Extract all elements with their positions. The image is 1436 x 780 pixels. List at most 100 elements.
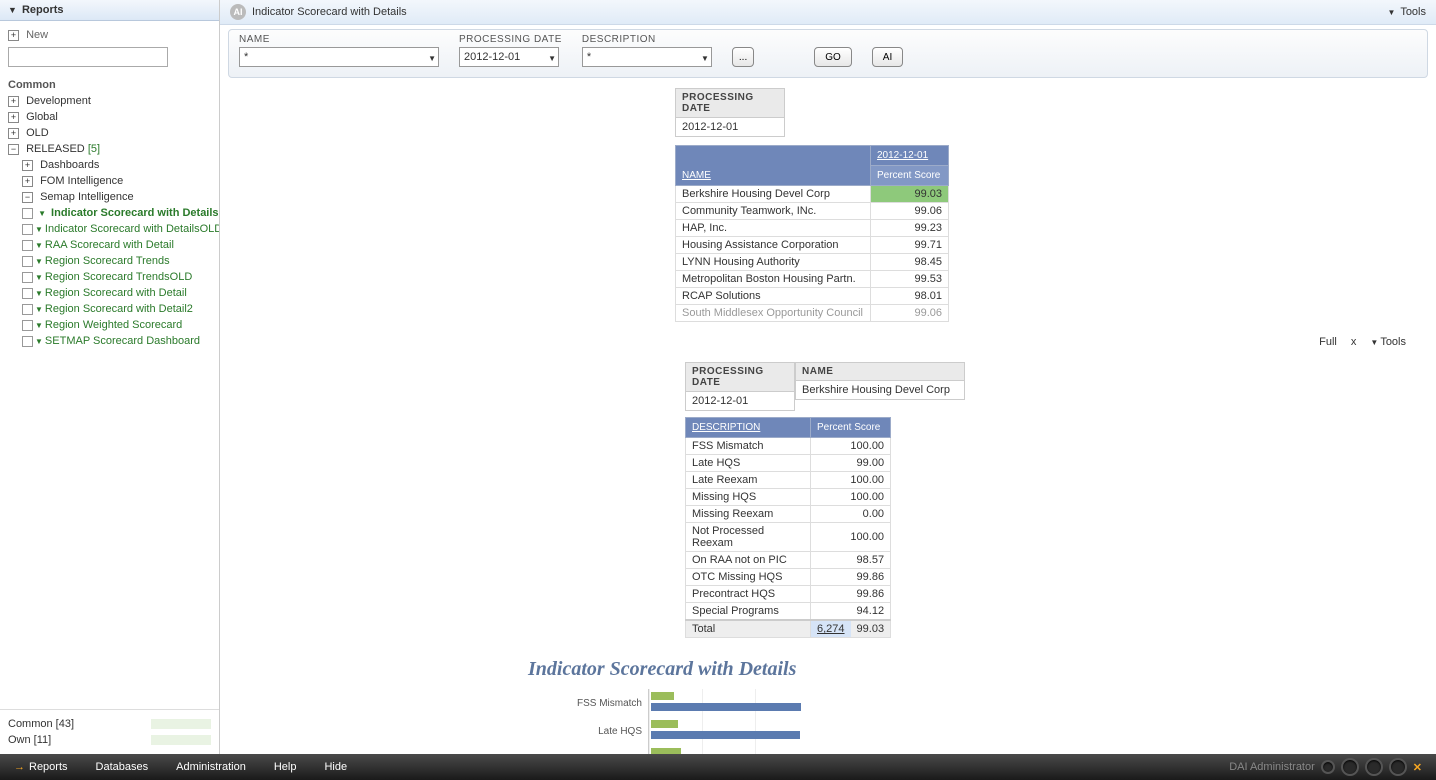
tree-item-active[interactable]: ▼ Indicator Scorecard with Details bbox=[8, 205, 211, 221]
filter-desc-label: DESCRIPTION bbox=[582, 34, 712, 45]
checkbox-icon[interactable] bbox=[22, 224, 33, 235]
checkbox-icon[interactable] bbox=[22, 288, 33, 299]
checkbox-icon[interactable] bbox=[22, 304, 33, 315]
table-row[interactable]: Missing Reexam0.00 bbox=[686, 506, 891, 523]
tree-item[interactable]: ▼Region Scorecard with Detail2 bbox=[8, 301, 211, 317]
checkbox-icon[interactable] bbox=[22, 256, 33, 267]
filter-date-select[interactable]: 2012-12-01▼ bbox=[459, 47, 559, 67]
table-row[interactable]: Housing Assistance Corporation99.71 bbox=[676, 237, 949, 254]
chart-bar-area bbox=[648, 745, 808, 754]
collapse-icon[interactable]: − bbox=[8, 144, 19, 155]
tools-dropdown[interactable]: ▼ Tools bbox=[1388, 6, 1426, 18]
tree-old[interactable]: + OLD bbox=[8, 125, 211, 141]
table-row[interactable]: OTC Missing HQS99.86 bbox=[686, 569, 891, 586]
chevron-down-icon[interactable]: ▼ bbox=[35, 305, 43, 314]
ai-button[interactable]: AI bbox=[872, 47, 903, 67]
table-row[interactable]: LYNN Housing Authority98.45 bbox=[676, 254, 949, 271]
sidebar-header[interactable]: ▼ Reports bbox=[0, 0, 219, 21]
expand-icon[interactable]: + bbox=[8, 30, 19, 41]
table-row[interactable]: FSS Mismatch100.00 bbox=[686, 438, 891, 455]
menu-administration[interactable]: Administration bbox=[176, 761, 246, 773]
more-button[interactable]: ... bbox=[732, 47, 754, 67]
chevron-down-icon[interactable]: ▼ bbox=[35, 241, 43, 250]
table-row[interactable]: South Middlesex Opportunity Council99.06 bbox=[676, 305, 949, 322]
tree-item[interactable]: ▼Region Scorecard with Detail bbox=[8, 285, 211, 301]
chevron-down-icon[interactable]: ▼ bbox=[35, 289, 43, 298]
tools-dropdown[interactable]: ▼Tools bbox=[1370, 336, 1406, 348]
tree-item[interactable]: ▼Region Scorecard TrendsOLD bbox=[8, 269, 211, 285]
table-row[interactable]: Special Programs94.12 bbox=[686, 603, 891, 621]
close-icon[interactable]: ✕ bbox=[1413, 761, 1422, 774]
chevron-down-icon[interactable]: ▼ bbox=[35, 273, 43, 282]
table-row[interactable]: HAP, Inc.99.23 bbox=[676, 220, 949, 237]
main-content[interactable]: AI Indicator Scorecard with Details ▼ To… bbox=[220, 0, 1436, 754]
menu-hide[interactable]: Hide bbox=[324, 761, 347, 773]
checkbox-icon[interactable] bbox=[22, 336, 33, 347]
full-link[interactable]: Full bbox=[1319, 336, 1337, 348]
table-row[interactable]: Metropolitan Boston Housing Partn.99.53 bbox=[676, 271, 949, 288]
dock-icon[interactable] bbox=[1341, 758, 1359, 776]
tree-item[interactable]: ▼Region Weighted Scorecard bbox=[8, 317, 211, 333]
expand-icon[interactable]: + bbox=[22, 160, 33, 171]
menu-databases[interactable]: Databases bbox=[96, 761, 149, 773]
tree-item[interactable]: ▼SETMAP Scorecard Dashboard bbox=[8, 333, 211, 349]
filter-desc-select[interactable]: *▼ bbox=[582, 47, 712, 67]
go-button[interactable]: GO bbox=[814, 47, 852, 67]
tree-item[interactable]: ▼Region Scorecard Trends bbox=[8, 253, 211, 269]
checkbox-icon[interactable] bbox=[22, 272, 33, 283]
footer-common[interactable]: Common [43] bbox=[8, 716, 211, 732]
table-row[interactable]: On RAA not on PIC98.57 bbox=[686, 552, 891, 569]
close-x[interactable]: x bbox=[1351, 336, 1357, 348]
table-row[interactable]: Missing HQS100.00 bbox=[686, 489, 891, 506]
collapse-icon[interactable]: − bbox=[22, 192, 33, 203]
chart-bar-row: Late Reexam bbox=[528, 745, 1128, 754]
sub-toolbar: Full x ▼Tools bbox=[220, 332, 1436, 352]
table-row[interactable]: RCAP Solutions98.01 bbox=[676, 288, 949, 305]
menu-reports[interactable]: →Reports bbox=[14, 761, 68, 773]
chevron-down-icon[interactable]: ▼ bbox=[35, 257, 43, 266]
table-row[interactable]: Not Processed Reexam100.00 bbox=[686, 523, 891, 552]
table-row[interactable]: Community Teamwork, INc.99.06 bbox=[676, 203, 949, 220]
tree-new[interactable]: + New bbox=[8, 27, 211, 43]
expand-icon[interactable]: + bbox=[8, 112, 19, 123]
footer-own[interactable]: Own [11] bbox=[8, 732, 211, 748]
checkbox-icon[interactable] bbox=[22, 208, 33, 219]
table-row[interactable]: Precontract HQS99.86 bbox=[686, 586, 891, 603]
dock-icon[interactable] bbox=[1321, 760, 1335, 774]
chart-bar-label: FSS Mismatch bbox=[528, 698, 648, 709]
expand-icon[interactable]: + bbox=[8, 96, 19, 107]
table-row[interactable]: Late Reexam100.00 bbox=[686, 472, 891, 489]
sidebar-search-input[interactable] bbox=[8, 47, 168, 67]
detail-pd-header: PROCESSING DATE bbox=[685, 362, 795, 392]
tree-released[interactable]: − RELEASED [5] bbox=[8, 141, 211, 157]
chevron-down-icon[interactable]: ▼ bbox=[35, 321, 43, 330]
chevron-down-icon[interactable]: ▼ bbox=[35, 225, 43, 234]
tree-development[interactable]: + Development bbox=[8, 93, 211, 109]
checkbox-icon[interactable] bbox=[22, 240, 33, 251]
tree-semap[interactable]: − Semap Intelligence bbox=[8, 189, 211, 205]
detail-desc-header[interactable]: DESCRIPTION bbox=[692, 422, 760, 433]
total-row: Total 6,274 99.03 bbox=[686, 620, 891, 638]
summary-date-header[interactable]: 2012-12-01 bbox=[871, 146, 949, 166]
tree-item[interactable]: ▼RAA Scorecard with Detail bbox=[8, 237, 211, 253]
chevron-down-icon[interactable]: ▼ bbox=[38, 209, 46, 218]
table-row[interactable]: Berkshire Housing Devel Corp99.03 bbox=[676, 186, 949, 203]
checkbox-icon[interactable] bbox=[22, 320, 33, 331]
dock-icon[interactable] bbox=[1389, 758, 1407, 776]
tree-global[interactable]: + Global bbox=[8, 109, 211, 125]
progress-bar bbox=[151, 735, 211, 745]
progress-bar bbox=[151, 719, 211, 729]
expand-icon[interactable]: + bbox=[22, 176, 33, 187]
summary-name-header[interactable]: NAME bbox=[682, 170, 711, 181]
menu-help[interactable]: Help bbox=[274, 761, 297, 773]
expand-icon[interactable]: + bbox=[8, 128, 19, 139]
filter-name-select[interactable]: *▼ bbox=[239, 47, 439, 67]
tree-dashboards[interactable]: + Dashboards bbox=[8, 157, 211, 173]
detail-name-value: Berkshire Housing Devel Corp bbox=[795, 381, 965, 400]
tree-item[interactable]: ▼Indicator Scorecard with DetailsOLD bbox=[8, 221, 211, 237]
tree-fom[interactable]: + FOM Intelligence bbox=[8, 173, 211, 189]
detail-pd-value: 2012-12-01 bbox=[685, 392, 795, 411]
dock-icon[interactable] bbox=[1365, 758, 1383, 776]
table-row[interactable]: Late HQS99.00 bbox=[686, 455, 891, 472]
chevron-down-icon[interactable]: ▼ bbox=[35, 337, 43, 346]
